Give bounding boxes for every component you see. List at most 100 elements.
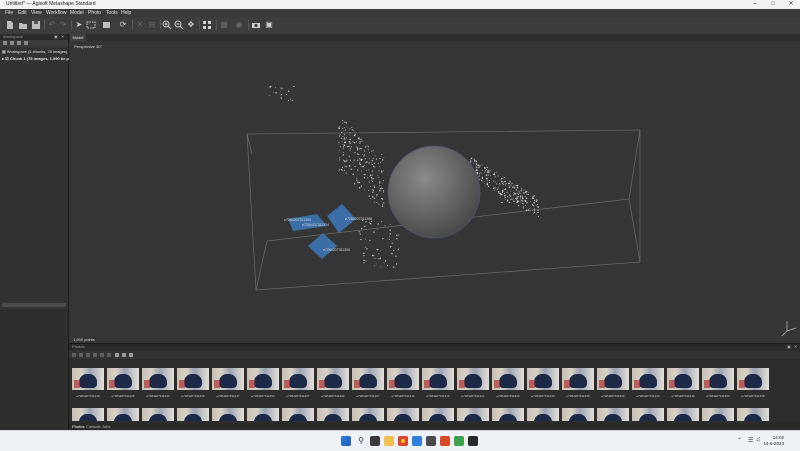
close-button[interactable]: ✕ — [782, 0, 800, 9]
photo-thumbnail[interactable] — [737, 368, 769, 390]
photo-tool-icon[interactable] — [79, 353, 83, 357]
photo-thumbnail[interactable] — [317, 408, 349, 421]
photo-tool-icon[interactable] — [86, 353, 90, 357]
workspace-scrollbar[interactable] — [2, 303, 66, 307]
photo-thumbnail[interactable] — [317, 368, 349, 390]
float-icon[interactable]: ▣ — [787, 344, 791, 350]
photo-thumbnail[interactable] — [422, 368, 454, 390]
redo-icon[interactable]: ↷ — [58, 20, 68, 30]
sort-icon[interactable] — [129, 353, 133, 357]
menu-tools[interactable]: Tools — [106, 10, 118, 16]
photo-thumbnail[interactable] — [457, 368, 489, 390]
expand-arrow-icon[interactable]: ▸ — [2, 56, 4, 61]
photo-thumbnail[interactable] — [72, 368, 104, 390]
zoom-out-icon[interactable] — [174, 20, 184, 30]
menu-help[interactable]: Help — [121, 10, 131, 16]
photo-thumbnail[interactable] — [142, 368, 174, 390]
photo-thumbnail[interactable] — [562, 408, 594, 421]
filezilla-icon[interactable] — [440, 436, 450, 446]
camera-icon[interactable] — [251, 20, 261, 30]
region-icon[interactable] — [86, 20, 96, 30]
photo-thumbnail[interactable] — [107, 368, 139, 390]
save-icon[interactable] — [31, 20, 41, 30]
photo-tool-icon[interactable] — [72, 353, 76, 357]
photo-thumbnail[interactable] — [597, 408, 629, 421]
task-view-icon[interactable] — [370, 436, 380, 446]
photo-thumbnail[interactable] — [177, 368, 209, 390]
rotation-sphere[interactable] — [387, 145, 481, 239]
photo-thumbnail[interactable] — [667, 368, 699, 390]
clock[interactable]: 14:02 14-6-2023 — [763, 435, 784, 447]
photo-thumbnail[interactable] — [492, 368, 524, 390]
rotate-icon[interactable]: ⟳ — [118, 20, 128, 30]
open-icon[interactable] — [18, 20, 28, 30]
file-explorer-icon[interactable] — [384, 436, 394, 446]
photo-thumbnail[interactable] — [142, 408, 174, 421]
model-viewport[interactable]: Perspective 30° e7284207311369 e72842073… — [69, 41, 800, 343]
tab-jobs[interactable]: Jobs — [102, 424, 110, 429]
zoom-in-icon[interactable] — [162, 20, 172, 30]
photo-thumbnail[interactable] — [352, 368, 384, 390]
crop-icon[interactable]: ⊞ — [147, 20, 157, 30]
photo-thumbnail[interactable] — [702, 368, 734, 390]
photo-thumbnail[interactable] — [527, 408, 559, 421]
undo-icon[interactable]: ↶ — [47, 20, 57, 30]
photo-thumbnail[interactable] — [632, 368, 664, 390]
tab-model[interactable]: Model — [70, 34, 86, 41]
metashape-icon[interactable] — [454, 436, 464, 446]
view-mode-icon[interactable] — [115, 353, 119, 357]
photo-thumbnail[interactable] — [387, 408, 419, 421]
resize-region-icon[interactable] — [102, 20, 112, 30]
photo-thumbnail[interactable] — [247, 368, 279, 390]
volume-icon[interactable]: ♫ — [756, 437, 762, 443]
photo-thumbnail[interactable] — [562, 368, 594, 390]
photo-thumbnail[interactable] — [282, 368, 314, 390]
search-icon[interactable]: ⚲ — [356, 436, 366, 446]
photo-thumbnail[interactable] — [737, 408, 769, 421]
photo-tool-icon[interactable] — [100, 353, 104, 357]
photo-thumbnail[interactable] — [422, 408, 454, 421]
photo-thumbnail[interactable] — [702, 408, 734, 421]
photo-thumbnail[interactable] — [457, 408, 489, 421]
chrome-icon[interactable] — [398, 436, 408, 446]
menu-file[interactable]: File — [5, 10, 13, 16]
photo-thumbnail[interactable] — [72, 408, 104, 421]
photo-thumbnail[interactable] — [597, 368, 629, 390]
move-icon[interactable]: ✥ — [186, 20, 196, 30]
photo-thumbnail[interactable] — [352, 408, 384, 421]
camera-marker[interactable] — [308, 233, 337, 259]
chunk-checkbox-icon[interactable]: ☑ — [5, 56, 9, 61]
windows-icon[interactable] — [341, 436, 351, 446]
photo-thumbnail[interactable] — [212, 368, 244, 390]
photo-thumbnail[interactable] — [632, 408, 664, 421]
tab-photos[interactable]: Photos — [72, 424, 84, 429]
photo-thumbnail[interactable] — [282, 408, 314, 421]
terminal-icon[interactable] — [468, 436, 478, 446]
app-icon[interactable] — [426, 436, 436, 446]
photo-tool-icon[interactable] — [107, 353, 111, 357]
remove-icon[interactable] — [17, 41, 21, 45]
close-panel-icon[interactable]: ✕ — [794, 344, 797, 350]
photo-thumbnail[interactable] — [492, 408, 524, 421]
tab-console[interactable]: Console — [86, 424, 101, 429]
points-icon[interactable]: ◉ — [234, 20, 244, 30]
menu-edit[interactable]: Edit — [18, 10, 27, 16]
photo-thumbnail[interactable] — [527, 368, 559, 390]
photo-thumbnail[interactable] — [177, 408, 209, 421]
photo-thumbnail[interactable] — [107, 408, 139, 421]
delete-icon[interactable]: ✕ — [135, 20, 145, 30]
photo-thumbnail[interactable] — [212, 408, 244, 421]
menu-view[interactable]: View — [31, 10, 42, 16]
properties-icon[interactable] — [24, 41, 28, 45]
tie-points-icon[interactable]: ▣ — [264, 20, 274, 30]
menu-photo[interactable]: Photo — [88, 10, 101, 16]
minimize-button[interactable]: – — [746, 0, 764, 9]
edge-icon[interactable] — [412, 436, 422, 446]
photo-tool-icon[interactable] — [93, 353, 97, 357]
fit-icon[interactable] — [202, 20, 212, 30]
add-photos-icon[interactable] — [10, 41, 14, 45]
thumbnail-size-icon[interactable] — [122, 353, 126, 357]
photo-thumbnail[interactable] — [667, 408, 699, 421]
grid-icon[interactable]: ▦ — [219, 20, 229, 30]
tree-workspace-root[interactable]: ▦ Workspace (1 chunks, 75 images) — [2, 49, 67, 54]
